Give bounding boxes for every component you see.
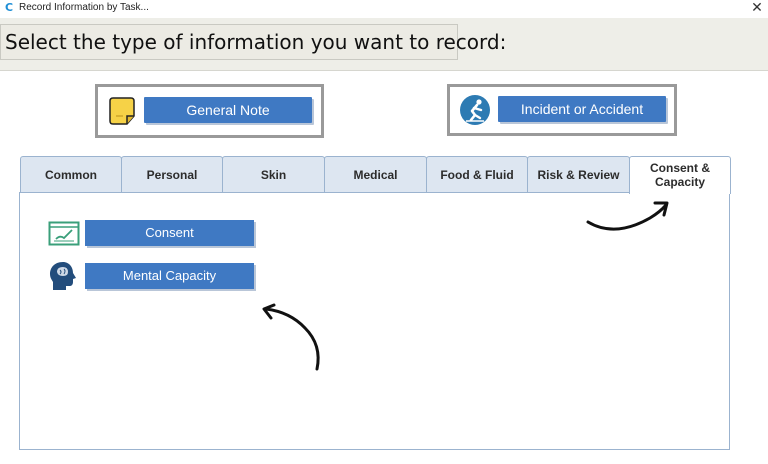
prompt-box: Select the type of information you want … [0, 24, 506, 60]
head-brain-icon [48, 260, 78, 292]
tab-consent-capacity-label: Consent & Capacity [630, 157, 730, 189]
consent-button[interactable]: Consent [85, 220, 254, 246]
close-window-button[interactable]: ✕ [750, 0, 764, 15]
general-note-button[interactable]: General Note [95, 84, 324, 138]
general-note-label: General Note [144, 97, 312, 123]
tab-food-fluid-label: Food & Fluid [440, 168, 514, 182]
tab-skin[interactable]: Skin [222, 156, 325, 192]
incident-accident-button[interactable]: Incident or Accident [447, 84, 677, 136]
title-bar: C Record Information by Task... ✕ [0, 0, 768, 18]
tab-risk-review-label: Risk & Review [537, 168, 620, 182]
tab-medical-label: Medical [353, 168, 398, 182]
page-title: Select the type of information you want … [5, 30, 507, 54]
tab-food-fluid[interactable]: Food & Fluid [426, 156, 528, 192]
tab-personal-label: Personal [146, 168, 198, 182]
header-band: Select the type of information you want … [0, 18, 768, 71]
window-title: Record Information by Task... [19, 2, 149, 13]
mental-capacity-button[interactable]: Mental Capacity [85, 263, 254, 289]
tab-skin-label: Skin [260, 168, 287, 182]
sticky-note-icon [107, 96, 137, 126]
incident-accident-label: Incident or Accident [498, 96, 666, 122]
tab-panel-consent-capacity: Consent Mental Capacity [19, 192, 730, 450]
tab-common-label: Common [45, 168, 97, 182]
app-logo-icon: C [5, 1, 14, 14]
falling-person-icon [459, 94, 491, 126]
tab-consent-capacity[interactable]: Consent & Capacity [629, 156, 731, 194]
tab-consent-capacity-line2: Capacity [654, 175, 706, 189]
tab-consent-capacity-line1: Consent & [650, 161, 710, 175]
tab-common[interactable]: Common [20, 156, 122, 192]
tab-risk-review[interactable]: Risk & Review [527, 156, 630, 192]
tab-medical[interactable]: Medical [324, 156, 427, 192]
tab-personal[interactable]: Personal [121, 156, 223, 192]
consent-form-icon [48, 221, 80, 247]
